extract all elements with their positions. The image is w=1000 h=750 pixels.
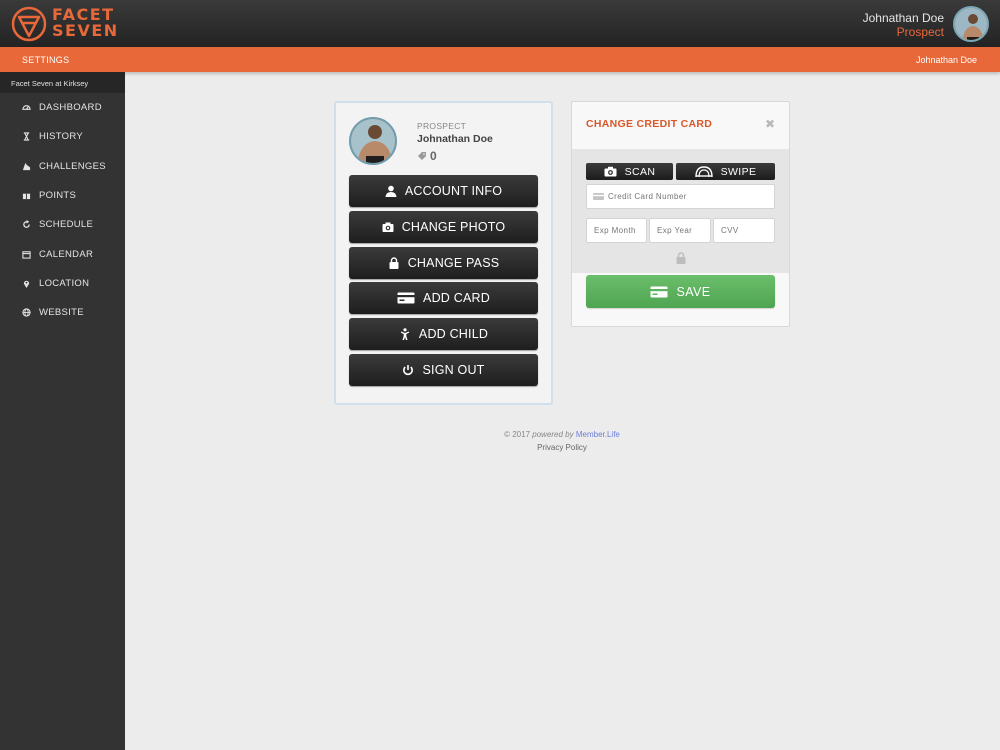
sign-out-button[interactable]: SIGN OUT [349,353,538,386]
exp-month-input[interactable] [586,218,647,243]
add-child-button[interactable]: ADD CHILD [349,318,538,351]
section-title: SETTINGS [22,55,70,65]
member-status: PROSPECT [417,121,467,131]
profile-card: PROSPECT Johnathan Doe 0 ACCOUNT INFO CH… [334,101,553,405]
child-icon [400,328,409,341]
camera-icon [382,222,394,232]
save-label: SAVE [676,284,711,299]
scan-button[interactable]: SCAN [586,163,673,180]
sidebar: Facet Seven at Kirksey DASHBOARD HISTORY… [0,72,125,750]
sidebar-item-dashboard[interactable]: DASHBOARD [0,93,125,122]
sidebar-item-label: CHALLENGES [39,160,106,172]
sidebar-item-website[interactable]: WEBSITE [0,298,125,327]
avatar[interactable] [953,6,989,42]
challenge-icon [22,162,31,171]
sidebar-item-history[interactable]: HISTORY [0,122,125,151]
sidebar-item-label: DASHBOARD [39,102,102,114]
change-pass-button[interactable]: CHANGE PASS [349,246,538,279]
hourglass-icon [22,132,31,142]
button-label: CHANGE PHOTO [401,219,506,234]
copyright: © 2017 [504,430,531,439]
profile-photo [351,119,395,163]
member-life-link[interactable]: Member.Life [576,430,620,439]
power-icon [403,364,414,376]
scan-label: SCAN [624,165,656,178]
swipe-label: SWIPE [720,165,757,178]
card-number-input[interactable] [586,184,775,209]
add-card-button[interactable]: ADD CARD [349,282,538,315]
sidebar-item-calendar[interactable]: CALENDAR [0,239,125,268]
cvv-input[interactable] [713,218,775,243]
sidebar-item-label: CALENDAR [39,248,94,260]
user-name: Johnathan Doe [862,11,944,25]
sidebar-item-challenges[interactable]: CHALLENGES [0,152,125,181]
sidebar-item-label: SCHEDULE [39,219,94,231]
lock-icon [676,252,686,264]
settings-bar: SETTINGS Johnathan Doe [0,47,1000,72]
profile-actions: ACCOUNT INFO CHANGE PHOTO CHANGE PASS AD… [349,175,538,390]
top-header: FACET SEVEN Johnathan Doe Prospect [0,0,1000,47]
sidebar-item-label: HISTORY [39,131,83,143]
credit-card-icon [593,193,604,200]
button-label: SIGN OUT [422,362,485,377]
user-menu[interactable]: Johnathan Doe Prospect [863,11,944,40]
facet-seven-logo[interactable] [11,6,47,42]
subheader-user-name[interactable]: Johnathan Doe [916,55,977,65]
change-credit-card-panel: CHANGE CREDIT CARD ✖ SCAN SWIPE SAVE [571,101,790,327]
privacy-policy-link[interactable]: Privacy Policy [462,441,662,454]
sidebar-item-location[interactable]: LOCATION [0,269,125,298]
gift-icon [22,191,31,200]
dashboard-icon [22,103,31,112]
card-form: SCAN SWIPE [572,149,789,273]
calendar-icon [22,250,31,259]
user-icon [385,185,397,197]
user-role: Prospect [896,25,944,39]
panel-title: CHANGE CREDIT CARD [586,118,713,130]
card-reader-icon [694,166,713,177]
sidebar-item-label: WEBSITE [39,307,84,319]
button-label: CHANGE PASS [407,255,500,270]
camera-icon [604,166,617,177]
member-name: Johnathan Doe [417,133,493,145]
save-button[interactable]: SAVE [586,275,775,308]
swipe-button[interactable]: SWIPE [676,163,775,180]
sidebar-item-label: POINTS [39,190,77,202]
tag-icon [418,152,426,160]
button-label: ADD CHILD [418,327,489,342]
account-info-button[interactable]: ACCOUNT INFO [349,175,538,207]
points-display: 0 [417,149,437,163]
sidebar-item-label: LOCATION [39,277,90,289]
close-icon[interactable]: ✖ [765,117,775,131]
map-pin-icon [22,279,31,288]
lock-icon [389,256,399,269]
brand-line-2: SEVEN [52,21,119,40]
profile-avatar[interactable] [349,117,397,165]
refresh-icon [22,220,31,229]
avatar-photo [955,8,987,40]
sidebar-item-schedule[interactable]: SCHEDULE [0,210,125,239]
powered-by: powered by [532,430,574,439]
button-label: ADD CARD [423,291,490,306]
sidebar-item-points[interactable]: POINTS [0,181,125,210]
credit-card-icon [650,286,668,297]
credit-card-icon [397,292,415,304]
footer: © 2017 powered by Member.Life Privacy Po… [462,428,662,454]
points-value: 0 [430,149,437,163]
change-photo-button[interactable]: CHANGE PHOTO [349,210,538,243]
button-label: ACCOUNT INFO [404,184,503,198]
exp-year-input[interactable] [649,218,711,243]
globe-icon [22,308,31,317]
gym-name: Facet Seven at Kirksey [0,72,125,93]
brand-name: FACET SEVEN [52,7,119,39]
